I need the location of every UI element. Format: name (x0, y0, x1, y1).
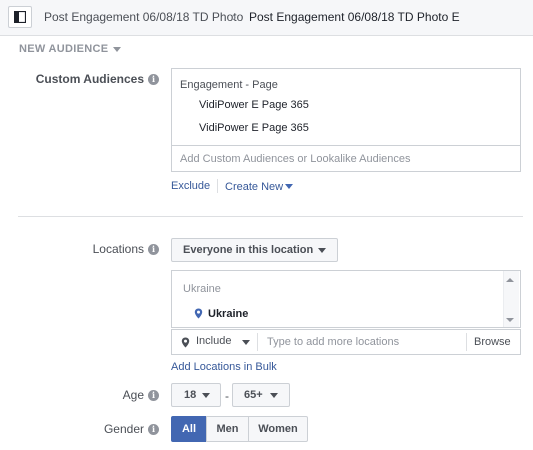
location-group-header: Ukraine (183, 283, 221, 295)
age-min-value: 18 (184, 389, 197, 401)
age-min-dropdown[interactable]: 18 (171, 383, 221, 407)
exclude-link[interactable]: Exclude (171, 180, 210, 192)
chevron-right-icon: › (232, 9, 237, 24)
age-max-value: 65+ (244, 389, 263, 401)
breadcrumb-parent[interactable]: Post Engagement 06/08/18 TD Photo (44, 10, 243, 24)
breadcrumb-current: Post Engagement 06/08/18 TD Photo E (249, 10, 460, 24)
section-title[interactable]: NEW AUDIENCE (19, 43, 108, 55)
audience-item: VidiPower E Page 365 (199, 99, 309, 111)
create-new-label: Create New (225, 181, 284, 193)
audience-item: VidiPower E Page 365 (199, 122, 309, 134)
location-search-input[interactable]: Type to add more locations (267, 336, 399, 348)
caret-down-icon[interactable] (113, 47, 121, 52)
include-label: Include (196, 335, 232, 347)
location-scope-dropdown[interactable]: Everyone in this location (171, 238, 338, 262)
caret-down-icon[interactable] (242, 340, 250, 345)
scroll-up-icon[interactable] (506, 278, 514, 282)
link-divider (217, 179, 218, 193)
caret-down-icon (202, 393, 210, 398)
audience-group-header: Engagement - Page (180, 79, 278, 91)
age-max-dropdown[interactable]: 65+ (232, 383, 290, 407)
breadcrumb-bar: Post Engagement 06/08/18 TD Photo › Post… (0, 0, 533, 36)
caret-down-icon (285, 184, 294, 189)
info-icon[interactable]: i (148, 74, 159, 85)
gender-women-button[interactable]: Women (248, 416, 308, 442)
gender-men-button[interactable]: Men (206, 416, 249, 442)
include-divider (257, 333, 258, 351)
gender-label: Gender (103, 422, 144, 436)
custom-audiences-placeholder: Add Custom Audiences or Lookalike Audien… (180, 153, 411, 165)
include-dropdown[interactable]: Include (196, 335, 231, 347)
locations-label: Locations (92, 242, 144, 256)
info-icon[interactable]: i (148, 424, 159, 435)
info-icon[interactable]: i (148, 390, 159, 401)
location-pin-icon (181, 337, 190, 348)
age-label: Age (122, 388, 144, 402)
info-icon[interactable]: i (148, 244, 159, 255)
location-item: Ukraine (208, 308, 249, 320)
caret-down-icon (318, 248, 326, 253)
section-divider (18, 216, 523, 217)
age-separator: - (225, 389, 229, 403)
create-new-link[interactable]: Create New (225, 181, 294, 193)
location-pin-icon (194, 308, 203, 319)
sidebar-panel-icon (14, 11, 26, 23)
gender-all-button[interactable]: All (171, 416, 207, 442)
scroll-down-icon[interactable] (506, 318, 514, 322)
add-locations-bulk-link[interactable]: Add Locations in Bulk (171, 361, 277, 373)
browse-divider (466, 333, 467, 351)
location-scope-label: Everyone in this location (183, 244, 314, 256)
browse-button[interactable]: Browse (474, 336, 511, 348)
panel-toggle-button[interactable] (8, 6, 32, 28)
custom-audiences-label: Custom Audiences (35, 72, 144, 86)
caret-down-icon (270, 393, 278, 398)
